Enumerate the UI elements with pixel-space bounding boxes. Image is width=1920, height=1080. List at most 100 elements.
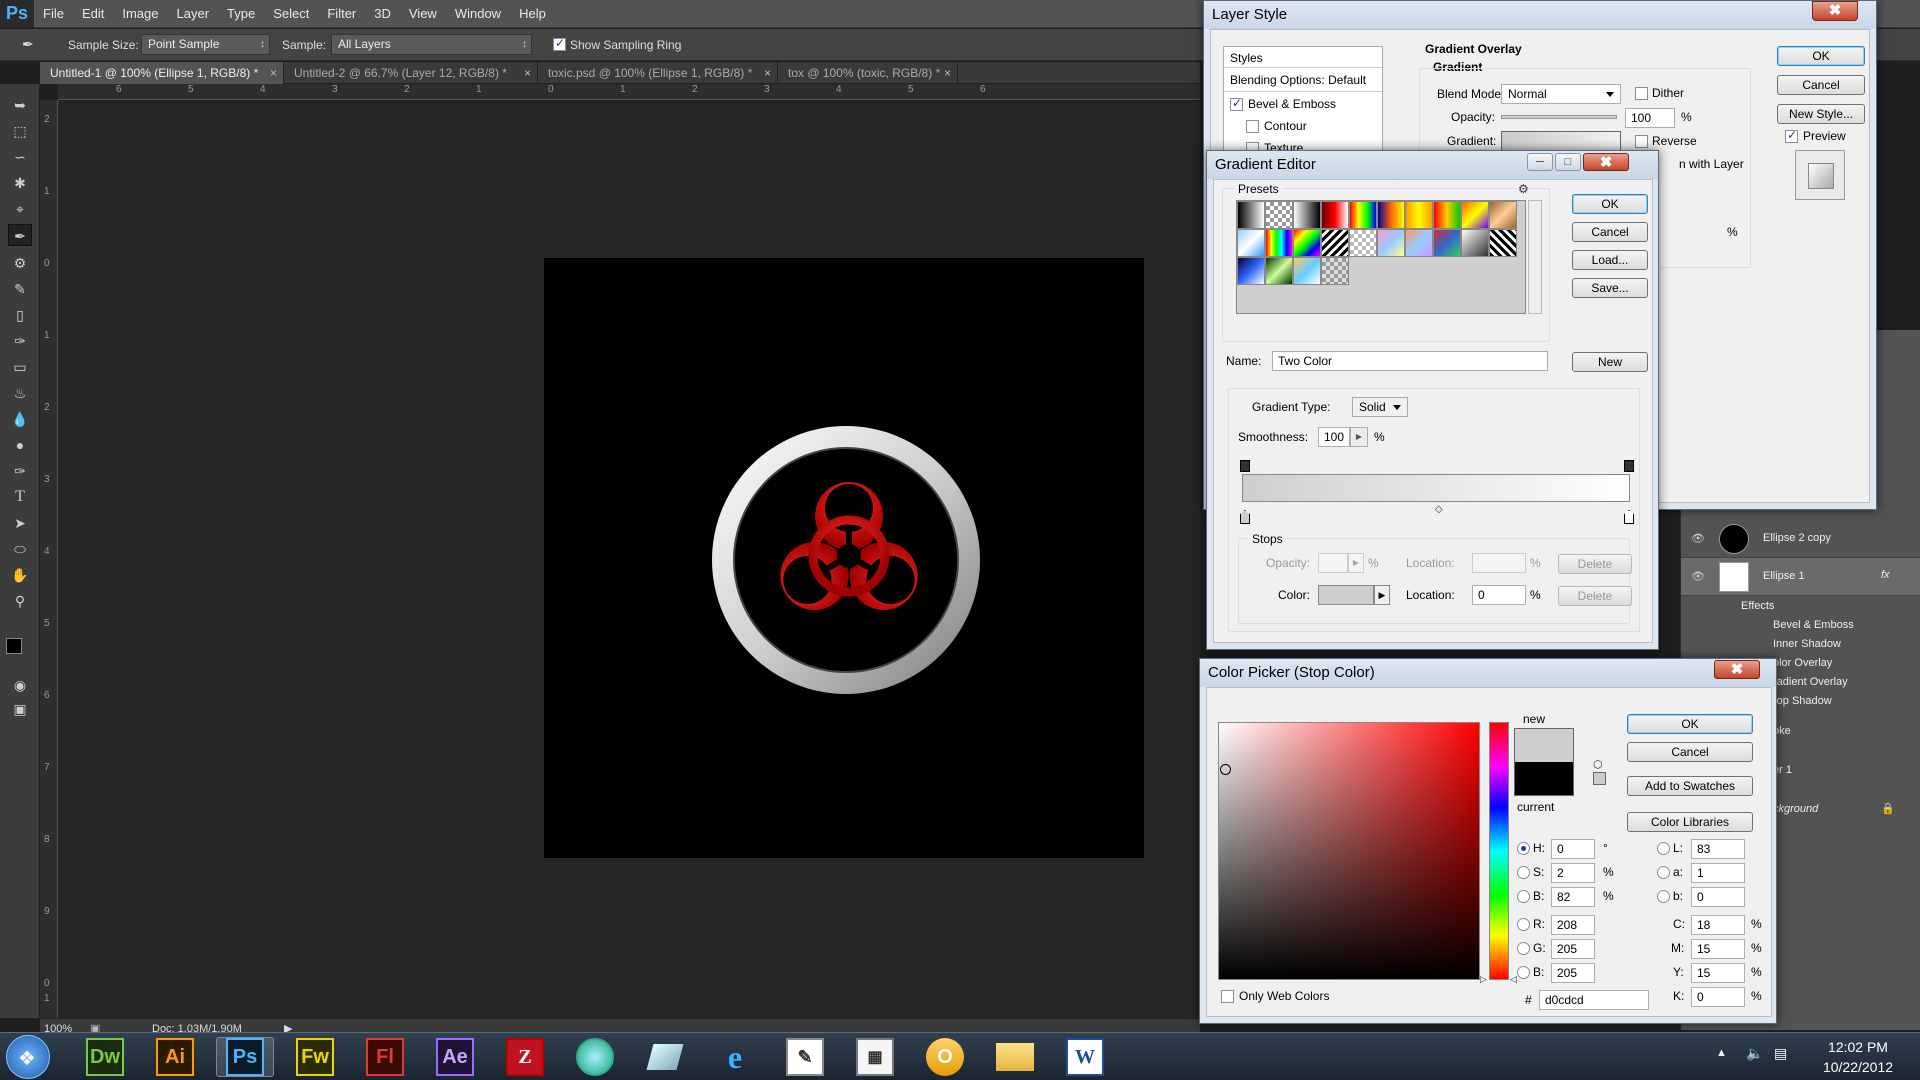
clock-date[interactable]: 10/22/2012 — [1808, 1059, 1908, 1075]
eraser-tool-icon[interactable]: ▭ — [8, 356, 32, 378]
lab-b-radio[interactable] — [1657, 890, 1670, 903]
taskbar-dreamweaver[interactable]: Dw — [76, 1037, 134, 1077]
maximize-icon[interactable]: □ — [1555, 153, 1581, 171]
type-tool-icon[interactable]: T — [8, 486, 32, 508]
smoothness-arrow-icon[interactable]: ▶ — [1350, 427, 1368, 447]
close-icon[interactable]: × — [944, 62, 951, 84]
preview-checkbox[interactable] — [1785, 128, 1798, 143]
delete-color-stop-button[interactable]: Delete — [1558, 586, 1632, 606]
opacity-slider[interactable] — [1501, 115, 1617, 119]
ok-button[interactable]: OK — [1777, 46, 1865, 66]
paint-bucket-icon[interactable]: ♨ — [8, 382, 32, 404]
preset-swatch[interactable] — [1433, 229, 1461, 257]
menu-edit[interactable]: Edit — [73, 0, 113, 28]
gradient-preview[interactable] — [1501, 131, 1621, 151]
taskbar-notepad-icon[interactable]: ✎ — [776, 1037, 834, 1077]
presets-grid[interactable] — [1236, 200, 1526, 314]
preset-swatch[interactable] — [1293, 201, 1321, 229]
preset-swatch[interactable] — [1293, 229, 1321, 257]
gradient-name-field[interactable]: Two Color — [1272, 351, 1548, 371]
taskbar-app-icon[interactable] — [566, 1037, 624, 1077]
foreground-color-swatch[interactable] — [6, 638, 22, 654]
r-radio[interactable] — [1517, 918, 1530, 931]
hue-slider-arrow-icon[interactable]: ▷ — [1480, 974, 1487, 985]
preset-swatch[interactable] — [1489, 229, 1517, 257]
minimize-icon[interactable]: ─ — [1527, 153, 1553, 171]
preset-swatch[interactable] — [1237, 257, 1265, 285]
preset-swatch[interactable] — [1321, 257, 1349, 285]
c-field[interactable]: 18 — [1691, 915, 1745, 935]
preset-swatch[interactable] — [1265, 257, 1293, 285]
ok-button[interactable]: OK — [1627, 714, 1753, 734]
eyedropper-tool-icon[interactable]: ✒ — [8, 224, 32, 246]
taskbar-word-icon[interactable]: W — [1056, 1037, 1114, 1077]
tab-tox[interactable]: tox @ 100% (toxic, RGB/8) * × — [778, 62, 958, 84]
taskbar-explorer-folder-icon[interactable] — [986, 1037, 1044, 1077]
h-radio[interactable] — [1517, 842, 1530, 855]
stop-color-arrow-icon[interactable]: ▶ — [1374, 585, 1390, 605]
healing-brush-icon[interactable]: ⚙ — [8, 252, 32, 274]
preset-swatch[interactable] — [1461, 229, 1489, 257]
k-field[interactable]: 0 — [1691, 987, 1745, 1007]
preset-swatch[interactable] — [1265, 229, 1293, 257]
menu-help[interactable]: Help — [510, 0, 555, 28]
r-field[interactable]: 208 — [1551, 915, 1595, 935]
g-radio[interactable] — [1517, 942, 1530, 955]
sample-select[interactable]: All Layers — [331, 34, 532, 55]
preset-swatch[interactable] — [1237, 229, 1265, 257]
taskbar-eraser-app-icon[interactable] — [636, 1037, 694, 1077]
current-color-swatch[interactable] — [1514, 762, 1574, 796]
screen-mode-icon[interactable]: ▣ — [8, 698, 32, 720]
contour-item[interactable]: Contour — [1264, 119, 1307, 133]
lasso-tool-icon[interactable]: ∽ — [8, 146, 32, 168]
close-button[interactable]: ✖ — [1812, 1, 1858, 21]
start-button[interactable]: ❖ — [6, 1035, 50, 1079]
l-radio[interactable] — [1657, 842, 1670, 855]
sample-size-select[interactable]: Point Sample — [141, 34, 270, 55]
quick-mask-icon[interactable]: ◉ — [8, 674, 32, 696]
preset-swatch[interactable] — [1321, 229, 1349, 257]
preset-swatch[interactable] — [1489, 201, 1517, 229]
hue-slider-arrow-icon[interactable]: ◁ — [1510, 974, 1517, 985]
network-icon[interactable]: ▤ — [1774, 1045, 1787, 1062]
presets-scrollbar[interactable] — [1528, 200, 1542, 314]
blue-radio[interactable] — [1517, 966, 1530, 979]
gradient-bar[interactable] — [1242, 474, 1630, 502]
opacity-location-field[interactable] — [1472, 553, 1526, 573]
preset-swatch[interactable] — [1293, 257, 1321, 285]
h-field[interactable]: 0 — [1551, 839, 1595, 859]
taskbar-internet-explorer-icon[interactable]: e — [706, 1037, 764, 1077]
preset-swatch[interactable] — [1237, 201, 1265, 229]
preset-swatch[interactable] — [1405, 201, 1433, 229]
taskbar-after-effects[interactable]: Ae — [426, 1037, 484, 1077]
cancel-button[interactable]: Cancel — [1777, 75, 1865, 95]
g-field[interactable]: 205 — [1551, 939, 1595, 959]
lab-b-field[interactable]: 0 — [1691, 887, 1745, 907]
magic-wand-icon[interactable]: ✱ — [8, 172, 32, 194]
save-button[interactable]: Save... — [1572, 278, 1648, 298]
dodge-tool-icon[interactable]: ● — [8, 434, 32, 456]
effect-item[interactable]: Inner Shadow — [1773, 638, 1841, 650]
taskbar-calendar-icon[interactable]: ▦ — [846, 1037, 904, 1077]
eye-icon[interactable]: 👁 — [1691, 532, 1705, 545]
menu-layer[interactable]: Layer — [168, 0, 219, 28]
menu-window[interactable]: Window — [446, 0, 510, 28]
stop-opacity-arrow-icon[interactable]: ▶ — [1348, 553, 1364, 573]
preset-swatch[interactable] — [1377, 229, 1405, 257]
volume-icon[interactable]: 🔈 — [1746, 1045, 1763, 1062]
opacity-stop-left[interactable] — [1240, 460, 1250, 472]
hex-field[interactable]: d0cdcd — [1539, 990, 1649, 1010]
bevel-emboss-item[interactable]: Bevel & Emboss — [1248, 97, 1336, 111]
eye-icon[interactable]: 👁 — [1691, 570, 1705, 583]
menu-type[interactable]: Type — [218, 0, 264, 28]
stop-color-swatch[interactable] — [1318, 585, 1374, 605]
color-location-field[interactable]: 0 — [1472, 585, 1526, 605]
pen-tool-icon[interactable]: ✑ — [8, 460, 32, 482]
menu-file[interactable]: File — [34, 0, 73, 28]
crop-tool-icon[interactable]: ⌖ — [8, 198, 32, 220]
taskbar-filezilla-icon[interactable]: Z — [496, 1037, 554, 1077]
ellipse-tool-icon[interactable]: ⬭ — [8, 538, 32, 560]
close-icon[interactable]: × — [270, 62, 277, 84]
new-style-button[interactable]: New Style... — [1777, 104, 1865, 124]
hand-tool-icon[interactable]: ✋ — [8, 564, 32, 586]
